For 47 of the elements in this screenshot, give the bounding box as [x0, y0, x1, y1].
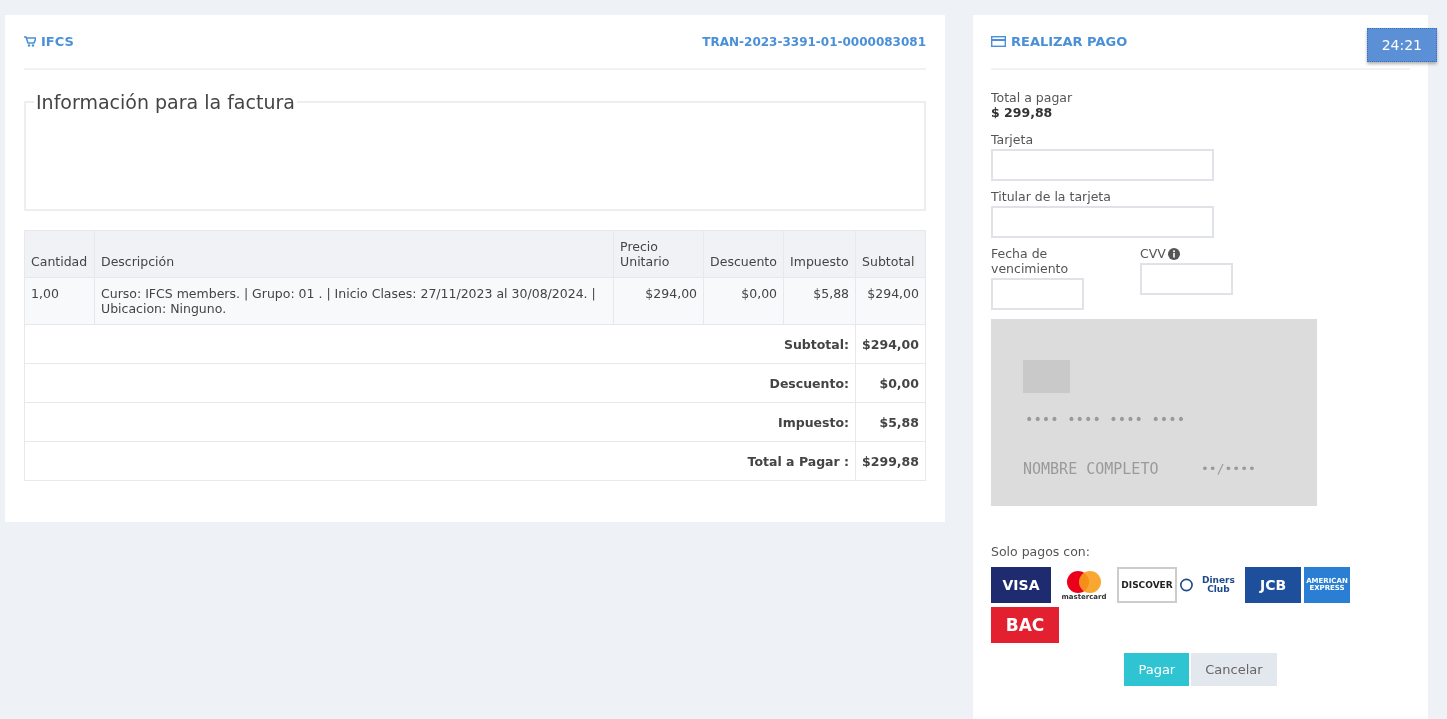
- countdown-timer: 24:21: [1366, 28, 1437, 62]
- card-brand-logo: JCB: [1245, 567, 1301, 603]
- total-value: $294,00: [855, 324, 926, 364]
- card-name: NOMBRE COMPLETO: [1023, 460, 1159, 478]
- table-cell: $0,00: [703, 277, 784, 325]
- total-label: Subtotal:: [24, 324, 856, 364]
- fieldset-legend: Información para la factura: [34, 91, 297, 113]
- column-header: Impuesto: [783, 230, 856, 278]
- column-header: Descuento: [703, 230, 784, 278]
- field-label: Total a pagar: [991, 90, 1074, 105]
- total-label: Impuesto:: [24, 402, 856, 442]
- card-brand-logo: BAC: [991, 607, 1059, 643]
- field-label: Titular de la tarjeta: [991, 189, 1112, 204]
- cart-icon: [24, 36, 36, 47]
- accepted-cards-label: Solo pagos con:: [991, 544, 1091, 559]
- field-label: Fecha de vencimiento: [991, 246, 1070, 276]
- card-expiry: ••/••••: [1201, 461, 1256, 476]
- field-label: CVV: [1140, 246, 1233, 261]
- column-header: Descripción: [94, 230, 614, 278]
- cancel-button[interactable]: Cancelar: [1191, 653, 1277, 686]
- total-label: Descuento:: [24, 363, 856, 403]
- credit-card-icon: [991, 36, 1006, 47]
- total-label: Total a Pagar :: [24, 441, 856, 481]
- column-header: Subtotal: [855, 230, 926, 278]
- card-number: •••• •••• •••• ••••: [1025, 411, 1186, 427]
- total-amount: $ 299,88: [991, 105, 1054, 120]
- table-cell: $294,00: [613, 277, 704, 325]
- column-header: Precio Unitario: [613, 230, 704, 278]
- column-header: Cantidad: [24, 230, 95, 278]
- input-field[interactable]: [991, 149, 1214, 181]
- input-field[interactable]: [991, 278, 1084, 310]
- total-value: $0,00: [855, 363, 926, 403]
- field-label: Tarjeta: [991, 132, 1035, 147]
- info-icon: [1167, 247, 1180, 260]
- card-brand-logo: VISA: [991, 567, 1051, 603]
- total-value: $5,88: [855, 402, 926, 442]
- table-cell: Curso: IFCS members. | Grupo: 01 . | Inicio Clases: 27/11/2023 al 30/08/2024. | Ubicacion: Ninguno.: [94, 277, 614, 325]
- input-field[interactable]: [991, 206, 1214, 238]
- table-cell: $5,88: [783, 277, 856, 325]
- transaction-id: TRAN-2023-3391-01-0000083081: [702, 34, 926, 49]
- table-cell: $294,00: [855, 277, 926, 325]
- card-brand-logo: DISCOVER: [1117, 567, 1177, 603]
- payment-title: REALIZAR PAGO: [991, 34, 1128, 49]
- table-cell: 1,00: [24, 277, 95, 325]
- total-value: $299,88: [855, 441, 926, 481]
- brand-title: IFCS: [24, 34, 74, 49]
- input-field[interactable]: [1140, 263, 1233, 295]
